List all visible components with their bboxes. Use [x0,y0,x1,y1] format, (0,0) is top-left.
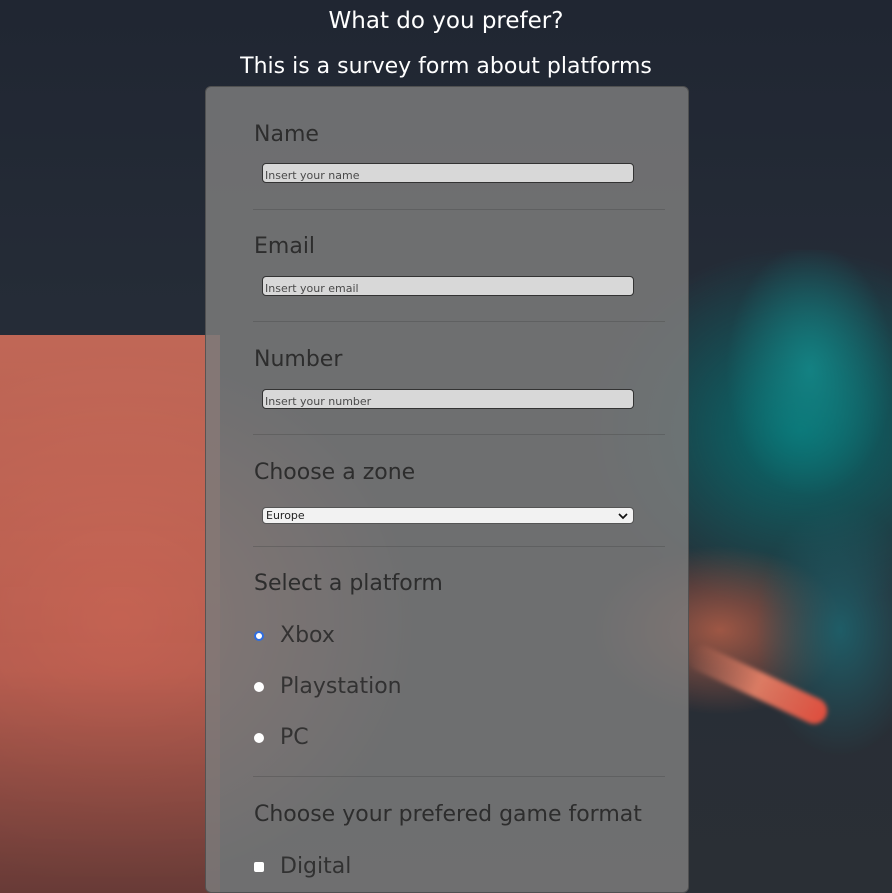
format-option-label: Digital [280,854,352,879]
radio-icon [254,733,264,743]
chevron-down-icon [617,510,629,522]
name-label: Name [254,122,319,147]
email-input-wrapper [262,276,634,298]
radio-icon [254,682,264,692]
zone-selected-value: Europe [266,509,305,522]
section-divider [253,209,665,210]
name-section: Name [254,122,666,148]
section-divider [253,434,665,435]
number-input[interactable] [263,392,633,411]
page-header: What do you prefer? This is a survey for… [0,0,892,80]
email-section: Email [254,234,666,260]
platform-option-xbox[interactable]: Xbox [254,622,335,650]
zone-section: Choose a zone [254,460,666,486]
section-divider [253,321,665,322]
email-label: Email [254,234,316,259]
platform-section: Select a platform [254,571,666,597]
number-label: Number [254,347,343,372]
platform-option-pc[interactable]: PC [254,724,309,752]
format-label: Choose your prefered game format [254,802,642,827]
name-input-wrapper [262,163,634,185]
zone-select[interactable]: Europe [262,507,634,524]
platform-option-label: PC [280,725,309,750]
page-title: What do you prefer? [328,8,564,34]
format-option-digital[interactable]: Digital [254,853,351,881]
platform-option-label: Playstation [280,674,402,699]
section-divider [253,546,665,547]
zone-label: Choose a zone [254,460,416,485]
number-section: Number [254,347,666,373]
background-left-photo-region [0,335,220,893]
survey-form-panel: Name Email Number Choose a zone Europe S… [205,86,689,893]
platform-label: Select a platform [254,571,443,596]
radio-selected-icon [254,631,264,641]
checkbox-icon [254,862,264,872]
background-right-photo-region [690,250,892,893]
platform-option-playstation[interactable]: Playstation [254,673,402,701]
format-section: Choose your prefered game format [254,802,666,828]
section-divider [253,776,665,777]
name-input[interactable] [263,166,633,185]
page-subtitle: This is a survey form about platforms [240,54,652,79]
email-input[interactable] [263,279,633,298]
number-input-wrapper [262,389,634,411]
platform-option-label: Xbox [280,623,335,648]
